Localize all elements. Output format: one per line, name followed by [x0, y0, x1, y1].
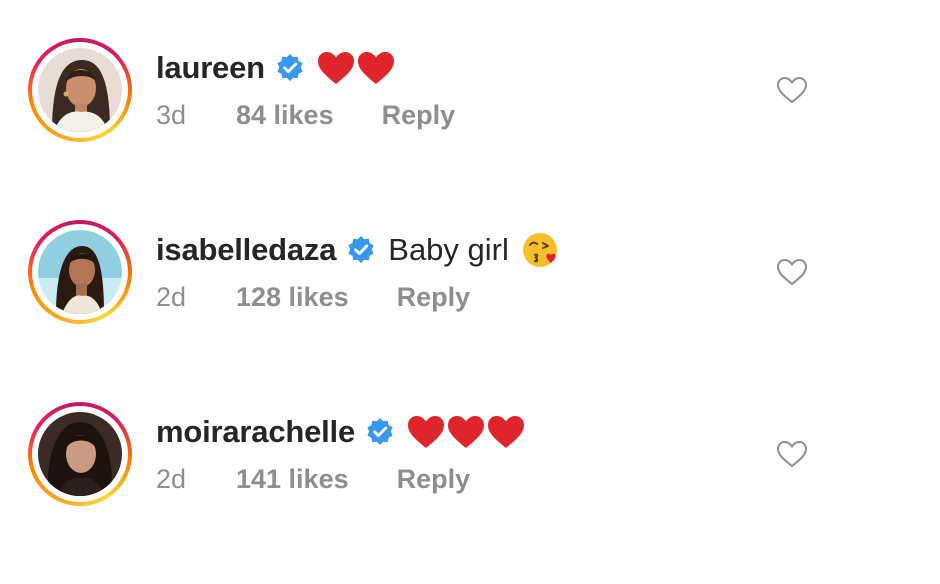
red-heart-emoji-icon	[488, 416, 525, 448]
comment-item: isabelledaza Baby girl 2d 128 likes Repl…	[0, 210, 940, 340]
red-heart-emoji-icon	[357, 52, 394, 84]
timestamp: 3d	[156, 100, 187, 130]
username[interactable]: isabelledaza	[156, 232, 336, 268]
heart-outline-icon[interactable]	[776, 76, 808, 104]
comment-header: isabelledaza Baby girl	[156, 228, 559, 272]
comment-item: moirarachelle 2d 141 likes Reply	[0, 392, 940, 522]
comment-meta: 2d 141 likes Reply	[156, 464, 470, 495]
avatar-story-ring[interactable]	[28, 402, 132, 506]
reply-button[interactable]: Reply	[382, 100, 456, 131]
red-heart-emoji-icon	[317, 52, 354, 84]
likes-count[interactable]: 128 likes	[236, 282, 349, 313]
username[interactable]: moirarachelle	[156, 414, 355, 450]
reply-button[interactable]: Reply	[397, 282, 471, 313]
comments-list: laureen 3d 84 likes Reply isabelledaza B…	[0, 0, 940, 584]
likes-count[interactable]: 84 likes	[236, 100, 334, 131]
avatar[interactable]	[38, 412, 122, 496]
avatar-story-ring[interactable]	[28, 38, 132, 142]
reply-button[interactable]: Reply	[397, 464, 471, 495]
heart-outline-icon[interactable]	[776, 440, 808, 468]
comment-text: Baby girl	[388, 231, 559, 269]
comment-meta: 2d 128 likes Reply	[156, 282, 470, 313]
comment-item: laureen 3d 84 likes Reply	[0, 28, 940, 158]
comment-header: moirarachelle	[156, 410, 527, 454]
comment-header: laureen	[156, 46, 397, 90]
face-blowing-kiss-emoji-icon	[522, 233, 557, 267]
avatar[interactable]	[38, 48, 122, 132]
red-heart-emoji-icon	[408, 416, 445, 448]
verified-badge-icon	[346, 235, 376, 265]
verified-badge-icon	[365, 417, 395, 447]
comment-text	[407, 415, 527, 449]
likes-count[interactable]: 141 likes	[236, 464, 349, 495]
timestamp: 2d	[156, 464, 187, 494]
avatar[interactable]	[38, 230, 122, 314]
timestamp: 2d	[156, 282, 187, 312]
avatar-story-ring[interactable]	[28, 220, 132, 324]
comment-text	[317, 51, 397, 85]
comment-meta: 3d 84 likes Reply	[156, 100, 455, 131]
verified-badge-icon	[275, 53, 305, 83]
username[interactable]: laureen	[156, 50, 265, 86]
red-heart-emoji-icon	[448, 416, 485, 448]
heart-outline-icon[interactable]	[776, 258, 808, 286]
